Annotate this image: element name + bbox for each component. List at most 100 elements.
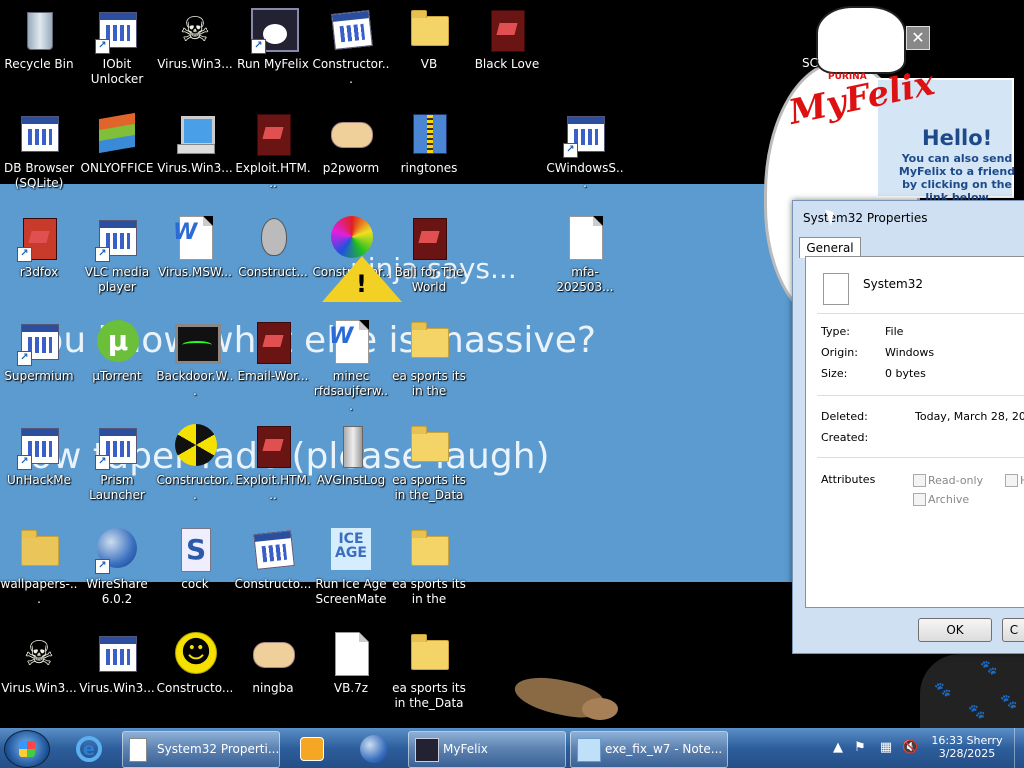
warning-mark-icon: !	[356, 270, 367, 298]
desktop-icon-virus-4[interactable]: Virus.Win3...	[78, 630, 156, 696]
wireshare-taskbar-icon[interactable]	[348, 732, 398, 766]
desktop-icon-run-myfelix[interactable]: ↗ Run MyFelix	[234, 6, 312, 72]
desktop-icon-email-worm[interactable]: Email-Wor...	[234, 318, 312, 384]
ice-age-icon: ICE AGE	[327, 526, 375, 574]
close-icon[interactable]: ✕	[906, 26, 930, 50]
clock[interactable]: 16:33 Sherry 3/28/2025	[926, 734, 1008, 760]
desktop-icon-utorrent[interactable]: µ µTorrent	[78, 318, 156, 384]
desktop-icon-virus-2[interactable]: Virus.Win3...	[156, 110, 234, 176]
radiation-icon	[171, 422, 219, 470]
tab-general[interactable]: General	[799, 237, 861, 258]
media-player-icon[interactable]	[286, 732, 336, 766]
handshake-icon	[249, 630, 297, 678]
size-label: Size:	[821, 367, 848, 380]
clock-time: 16:33	[931, 734, 964, 747]
action-center-flag-icon[interactable]: ⚑	[852, 740, 868, 756]
desktop-icon-ice-age[interactable]: ICE AGE Run Ice Age ScreenMate	[312, 526, 390, 607]
show-hidden-icons-icon[interactable]: ▲	[830, 740, 846, 756]
clock-date: 3/28/2025	[938, 747, 996, 760]
desktop-icon-iobit-unlocker[interactable]: ↗ IObit Unlocker	[78, 6, 156, 87]
computer-icon	[171, 110, 219, 158]
desktop-icon-unhackme[interactable]: ↗ UnHackMe	[0, 422, 78, 488]
desktop-icon-vb-folder[interactable]: VB	[390, 6, 468, 72]
desktop-icon-ringtones[interactable]: ringtones	[390, 110, 468, 176]
taskbar-button-notepad[interactable]: exe_fix_w7 - Note...	[570, 731, 728, 768]
desktop-icon-constructo-smiley[interactable]: ☻ Constructo...	[156, 630, 234, 696]
oscilloscope-icon	[171, 318, 221, 366]
desktop-icon-r3dfox[interactable]: ↗ r3dfox	[0, 214, 78, 280]
desktop-icon-avginstlog[interactable]: AVGInstLog	[312, 422, 390, 488]
felix-partial-label: SC	[802, 56, 818, 70]
red-cube-icon	[249, 110, 297, 158]
taskbar-button-myfelix[interactable]: MyFelix	[408, 731, 566, 768]
created-label: Created:	[821, 431, 869, 444]
origin-label: Origin:	[821, 346, 858, 359]
folder-icon	[405, 6, 453, 54]
desktop-icon-backdoor[interactable]: Backdoor.W...	[156, 318, 234, 399]
readonly-checkbox[interactable]	[913, 474, 926, 487]
desktop-icon-virus-3[interactable]: ☠ Virus.Win3...	[0, 630, 78, 696]
hidden-checkbox[interactable]	[1005, 474, 1018, 487]
start-button[interactable]	[4, 730, 50, 768]
taskbar-button-properties[interactable]: System32 Properti...	[122, 731, 280, 768]
desktop-icon-script[interactable]: S cock	[156, 526, 234, 592]
felix-cat-head-icon	[816, 6, 906, 74]
desktop-icon-ea-sports-2[interactable]: ea sports its in the	[390, 526, 468, 607]
desktop-icon-virus-msw[interactable]: W Virus.MSW...	[156, 214, 234, 280]
app-window-icon: ↗	[15, 422, 63, 470]
ok-button[interactable]: OK	[918, 618, 992, 642]
desktop-icon-exploit-1[interactable]: Exploit.HTM...	[234, 110, 312, 191]
folder-icon	[15, 526, 63, 574]
hidden-label: H	[1020, 474, 1024, 487]
desktop-icon-supermium[interactable]: ↗ Supermium	[0, 318, 78, 384]
felix-message: You can also send MyFelix to a friend by…	[898, 152, 1016, 204]
spiral-icon	[327, 214, 375, 262]
app-window-icon	[15, 110, 63, 158]
red-cube-icon	[405, 214, 453, 262]
archive-checkbox[interactable]	[913, 493, 926, 506]
alien-icon	[249, 214, 297, 262]
desktop-icon-recycle-bin[interactable]: Recycle Bin	[0, 6, 78, 72]
volume-muted-icon[interactable]: 🔇	[902, 740, 918, 756]
desktop-icon-db-browser[interactable]: DB Browser (SQLite)	[0, 110, 78, 191]
desktop-icon-vb-7z[interactable]: VB.7z	[312, 630, 390, 696]
origin-value: Windows	[885, 346, 935, 359]
desktop-icon-wireshare[interactable]: ↗ WireShare 6.0.2	[78, 526, 156, 607]
red-cube-icon	[249, 422, 297, 470]
cancel-button[interactable]: C	[1002, 618, 1024, 642]
desktop-icon-ea-sports-data-2[interactable]: ea sports its in the_Data	[390, 630, 468, 711]
ice-age-screenmate-squirrel[interactable]	[504, 671, 622, 730]
desktop-icon-prism-launcher[interactable]: ↗ Prism Launcher	[78, 422, 156, 503]
desktop-icon-mfa[interactable]: mfa-202503...	[546, 214, 624, 295]
cat-icon: ↗	[249, 6, 299, 54]
desktop-icon-virus-1[interactable]: ☠ Virus.Win3...	[156, 6, 234, 72]
desktop-icon-construct-alien[interactable]: Construct...	[234, 214, 312, 280]
desktop-icon-ningba[interactable]: ningba	[234, 630, 312, 696]
internet-explorer-icon[interactable]: e	[64, 732, 114, 766]
script-icon: S	[171, 526, 219, 574]
desktop-icon-ea-sports-data-1[interactable]: ea sports its in the_Data	[390, 422, 468, 503]
desktop-icon-ea-sports-1[interactable]: ea sports its in the	[390, 318, 468, 399]
app-window-icon: ↗	[93, 422, 141, 470]
desktop-icon-exploit-2[interactable]: Exploit.HTM...	[234, 422, 312, 503]
desktop-icon-p2pworm[interactable]: p2pworm	[312, 110, 390, 176]
desktop-icon-constructor-1[interactable]: Constructor...	[312, 6, 390, 87]
desktop-icon-wallpapers[interactable]: wallpapers-...	[0, 526, 78, 607]
desktop-icon-constructo-1[interactable]: Constructo...	[234, 526, 312, 592]
properties-dialog[interactable]: System32 Properties General System32 Typ…	[792, 200, 1024, 654]
deleted-label: Deleted:	[821, 410, 868, 423]
desktop-icon-constructor-radiation[interactable]: Constructor...	[156, 422, 234, 503]
layers-icon	[93, 110, 141, 158]
utorrent-icon: µ	[93, 318, 141, 366]
show-desktop-button[interactable]	[1014, 728, 1024, 768]
desktop-icon-minec[interactable]: W minec rfdsaujferw...	[312, 318, 390, 414]
desktop-icon-cwindows[interactable]: ↗ CWindowsS...	[546, 110, 624, 191]
readonly-label: Read-only	[928, 474, 984, 487]
desktop-icon-vlc[interactable]: ↗ VLC media player	[78, 214, 156, 295]
desktop-icon-onlyoffice[interactable]: ONLYOFFICE	[78, 110, 156, 176]
network-icon[interactable]: ▦	[878, 740, 894, 756]
desktop-icon-black-love[interactable]: Black Love	[468, 6, 546, 72]
clock-user: Sherry	[966, 734, 1003, 747]
cat-icon	[415, 738, 439, 762]
size-value: 0 bytes	[885, 367, 926, 380]
